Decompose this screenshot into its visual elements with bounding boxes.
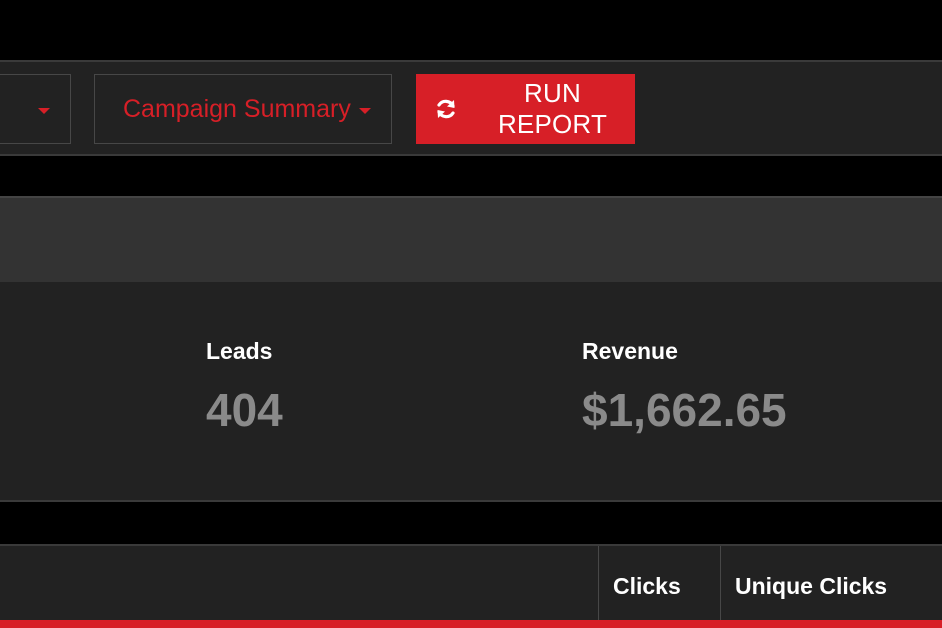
report-toolbar: Campaign Summary RUN REPORT: [0, 60, 942, 156]
leads-stat: Leads 404: [206, 338, 283, 437]
column-header-clicks[interactable]: Clicks: [598, 546, 720, 626]
leads-value: 404: [206, 384, 283, 436]
summary-panel-header: [0, 196, 942, 282]
caret-down-icon: [359, 108, 371, 114]
leads-label: Leads: [206, 338, 273, 364]
run-report-label: RUN REPORT: [497, 78, 608, 139]
revenue-label: Revenue: [582, 338, 678, 364]
revenue-stat: Revenue $1,662.65: [582, 338, 787, 437]
report-page: Campaign Summary RUN REPORT Leads 404 Re…: [0, 0, 942, 628]
report-type-label: Campaign Summary: [123, 94, 351, 123]
revenue-value: $1,662.65: [582, 384, 787, 436]
selected-row-indicator: [0, 620, 942, 628]
filter-dropdown[interactable]: [0, 74, 71, 144]
run-report-button[interactable]: RUN REPORT: [416, 74, 635, 144]
table-header: Clicks Unique Clicks: [0, 544, 942, 628]
summary-panel: Leads 404 Revenue $1,662.65: [0, 282, 942, 502]
caret-down-icon: [38, 108, 50, 114]
report-type-dropdown[interactable]: Campaign Summary: [94, 74, 392, 144]
refresh-icon: [434, 97, 458, 121]
column-header-unique-clicks[interactable]: Unique Clicks: [720, 546, 942, 626]
